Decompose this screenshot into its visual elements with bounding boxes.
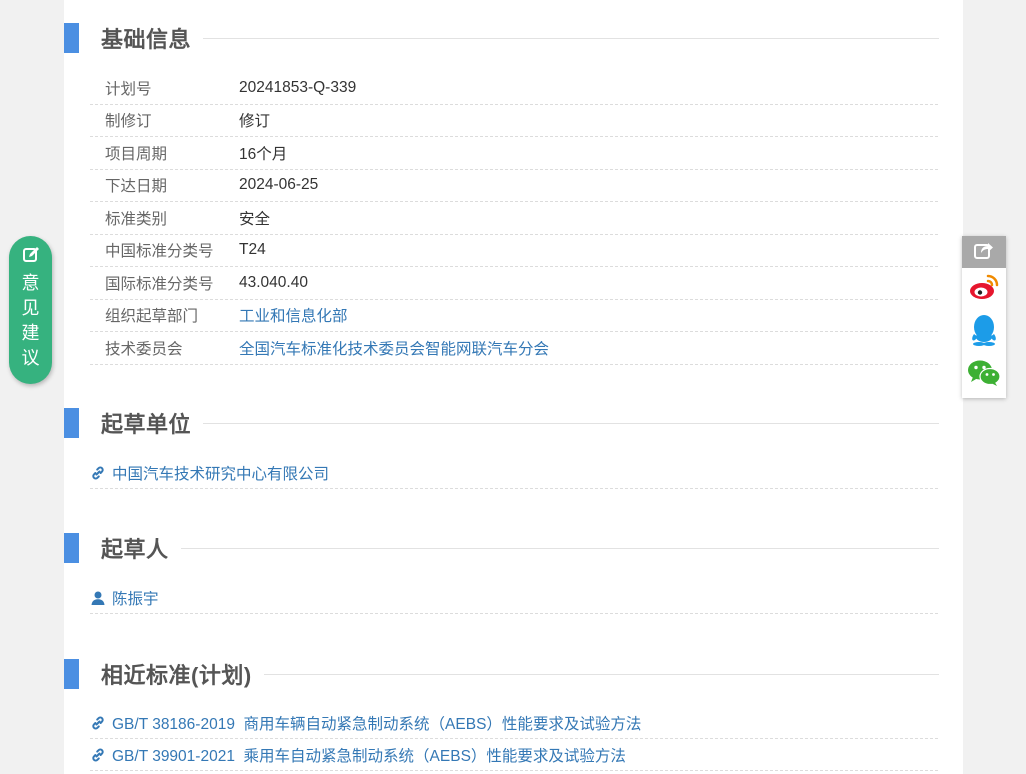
list-item[interactable]: GB/T 39901-2021 乘用车自动紧急制动系统（AEBS）性能要求及试验… (90, 739, 938, 771)
info-row-ccs: 中国标准分类号 T24 (90, 235, 938, 267)
info-row-department: 组织起草部门 工业和信息化部 (90, 300, 938, 332)
section-drafting-units: 起草单位 (64, 407, 939, 439)
share-bar (962, 236, 1006, 398)
info-value: 2024-06-25 (239, 176, 319, 194)
info-key: 技术委员会 (105, 340, 183, 358)
section-related-standards: 相近标准(计划) (64, 658, 939, 690)
section-title: 起草人 (101, 537, 169, 562)
info-row-revision: 制修订 修订 (90, 105, 938, 137)
info-table: 计划号 20241853-Q-339 制修订 修订 项目周期 16个月 下达日期… (90, 72, 938, 365)
section-divider (180, 547, 939, 549)
department-link[interactable]: 工业和信息化部 (239, 304, 348, 326)
qq-icon (969, 314, 999, 351)
info-row-category: 标准类别 安全 (90, 202, 938, 235)
info-row-committee: 技术委员会 全国汽车标准化技术委员会智能网联汽车分会 (90, 332, 938, 365)
info-key: 项目周期 (105, 145, 168, 163)
list-item[interactable]: 陈振宇 (90, 582, 938, 614)
wechat-icon (967, 359, 1001, 392)
section-marker (64, 659, 79, 689)
info-key: 中国标准分类号 (105, 243, 214, 261)
section-title: 相近标准(计划) (101, 663, 252, 688)
info-value: 修订 (239, 113, 271, 131)
share-wechat-button[interactable] (962, 354, 1006, 397)
feedback-button[interactable]: 意 见 建 议 (9, 236, 52, 384)
feedback-char: 见 (21, 298, 40, 318)
feedback-char: 意 (21, 273, 40, 293)
section-title: 基础信息 (101, 27, 192, 52)
section-marker (64, 533, 79, 563)
section-basic-info: 基础信息 (64, 22, 939, 54)
feedback-char: 建 (21, 323, 40, 343)
feedback-char: 议 (21, 348, 40, 368)
drafter-link[interactable]: 陈振宇 (112, 587, 159, 609)
info-value: 16个月 (239, 145, 288, 163)
share-qq-button[interactable] (962, 311, 1006, 354)
weibo-icon (968, 273, 1000, 306)
section-drafters: 起草人 (64, 532, 939, 564)
related-standard-link[interactable]: GB/T 39901-2021 乘用车自动紧急制动系统（AEBS）性能要求及试验… (112, 744, 626, 766)
list-item[interactable]: 中国汽车技术研究中心有限公司 (90, 457, 938, 489)
section-divider (203, 37, 939, 39)
info-key: 国际标准分类号 (105, 275, 214, 293)
info-key: 标准类别 (105, 210, 168, 228)
main-content: 基础信息 计划号 20241853-Q-339 制修订 修订 项目周期 16个月… (64, 0, 963, 774)
info-value: T24 (239, 241, 266, 259)
info-value: 43.040.40 (239, 273, 308, 291)
info-row-ics: 国际标准分类号 43.040.40 (90, 267, 938, 300)
share-weibo-button[interactable] (962, 268, 1006, 311)
info-row-issue-date: 下达日期 2024-06-25 (90, 170, 938, 202)
section-marker (64, 23, 79, 53)
drafting-unit-link[interactable]: 中国汽车技术研究中心有限公司 (112, 462, 329, 484)
info-key: 组织起草部门 (105, 308, 199, 326)
info-row-period: 项目周期 16个月 (90, 137, 938, 170)
section-marker (64, 408, 79, 438)
link-icon (90, 747, 112, 763)
share-button[interactable] (962, 236, 1006, 268)
feedback-label: 意 见 建 议 (22, 271, 40, 371)
link-icon (90, 715, 112, 731)
committee-link[interactable]: 全国汽车标准化技术委员会智能网联汽车分会 (239, 337, 549, 359)
section-divider (263, 673, 939, 675)
share-icon (974, 241, 994, 264)
user-icon (90, 590, 112, 606)
list-item[interactable]: GB/T 38186-2019 商用车辆自动紧急制动系统（AEBS）性能要求及试… (90, 707, 938, 739)
info-value: 20241853-Q-339 (239, 78, 357, 96)
link-icon (90, 465, 112, 481)
section-title: 起草单位 (101, 412, 192, 437)
info-value: 安全 (239, 210, 271, 228)
info-row-plan-number: 计划号 20241853-Q-339 (90, 72, 938, 105)
info-key: 下达日期 (105, 178, 168, 196)
related-standard-link[interactable]: GB/T 38186-2019 商用车辆自动紧急制动系统（AEBS）性能要求及试… (112, 712, 641, 734)
section-divider (203, 422, 939, 424)
info-key: 计划号 (105, 80, 152, 98)
edit-icon (22, 246, 40, 269)
info-key: 制修订 (105, 113, 152, 131)
